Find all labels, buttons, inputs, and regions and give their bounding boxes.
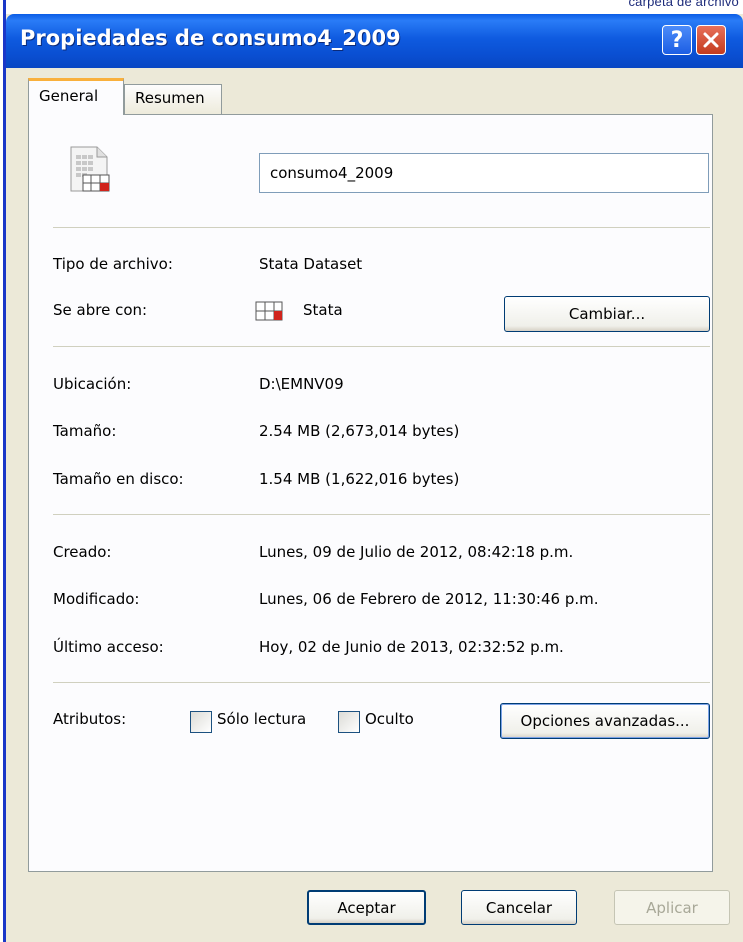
- ok-button[interactable]: Aceptar: [307, 890, 426, 925]
- separator: [53, 227, 710, 228]
- accessed-value: Hoy, 02 de Junio de 2013, 02:32:52 p.m.: [259, 638, 564, 656]
- window-title: Propiedades de consumo4_2009: [20, 26, 401, 50]
- cancel-button-label: Cancelar: [485, 898, 553, 917]
- apply-button-label: Aplicar: [646, 898, 698, 917]
- attributes-label: Atributos:: [53, 710, 127, 728]
- ok-button-label: Aceptar: [337, 898, 396, 917]
- advanced-options-label: Opciones avanzadas...: [520, 712, 690, 730]
- file-type-label: Tipo de archivo:: [53, 255, 173, 273]
- advanced-options-button[interactable]: Opciones avanzadas...: [500, 703, 710, 739]
- readonly-checkbox[interactable]: [190, 711, 212, 733]
- tab-resumen-label: Resumen: [135, 89, 205, 107]
- close-button[interactable]: [696, 25, 726, 55]
- stata-file-icon: [70, 146, 110, 192]
- background-window-strip: carpeta de archivo: [0, 0, 743, 14]
- help-button[interactable]: ?: [662, 25, 692, 55]
- separator: [53, 346, 710, 347]
- modified-label: Modificado:: [53, 590, 140, 608]
- tab-general[interactable]: General: [28, 78, 124, 115]
- change-button[interactable]: Cambiar...: [504, 296, 710, 332]
- opens-with-label: Se abre con:: [53, 301, 148, 319]
- properties-dialog: Propiedades de consumo4_2009 ? General R…: [6, 14, 743, 942]
- general-panel: Tipo de archivo: Stata Dataset Se abre c…: [28, 114, 713, 872]
- created-label: Creado:: [53, 543, 112, 561]
- size-label: Tamaño:: [53, 422, 117, 440]
- tab-general-label: General: [39, 87, 99, 105]
- created-value: Lunes, 09 de Julio de 2012, 08:42:18 p.m…: [259, 543, 574, 561]
- disk-size-value: 1.54 MB (1,622,016 bytes): [259, 470, 460, 488]
- hidden-label[interactable]: Oculto: [365, 710, 414, 728]
- opens-with-value: Stata: [303, 301, 343, 319]
- hidden-checkbox[interactable]: [338, 711, 360, 733]
- disk-size-label: Tamaño en disco:: [53, 470, 184, 488]
- accessed-label: Último acceso:: [53, 638, 164, 656]
- cancel-button[interactable]: Cancelar: [461, 890, 577, 925]
- size-value: 2.54 MB (2,673,014 bytes): [259, 422, 460, 440]
- file-name-input[interactable]: [259, 153, 709, 193]
- help-icon: ?: [670, 27, 684, 53]
- location-label: Ubicación:: [53, 375, 132, 393]
- stata-app-icon: [255, 301, 283, 321]
- title-bar[interactable]: Propiedades de consumo4_2009 ?: [6, 14, 743, 68]
- apply-button[interactable]: Aplicar: [614, 890, 730, 925]
- file-type-value: Stata Dataset: [259, 255, 363, 273]
- separator: [53, 514, 710, 515]
- change-button-label: Cambiar...: [568, 305, 646, 323]
- location-value: D:\EMNV09: [259, 375, 344, 393]
- modified-value: Lunes, 06 de Febrero de 2012, 11:30:46 p…: [259, 590, 599, 608]
- tab-resumen[interactable]: Resumen: [124, 84, 222, 117]
- close-icon: [703, 32, 719, 48]
- separator: [53, 682, 710, 683]
- readonly-label[interactable]: Sólo lectura: [217, 710, 306, 728]
- background-corner-text: carpeta de archivo: [628, 0, 739, 9]
